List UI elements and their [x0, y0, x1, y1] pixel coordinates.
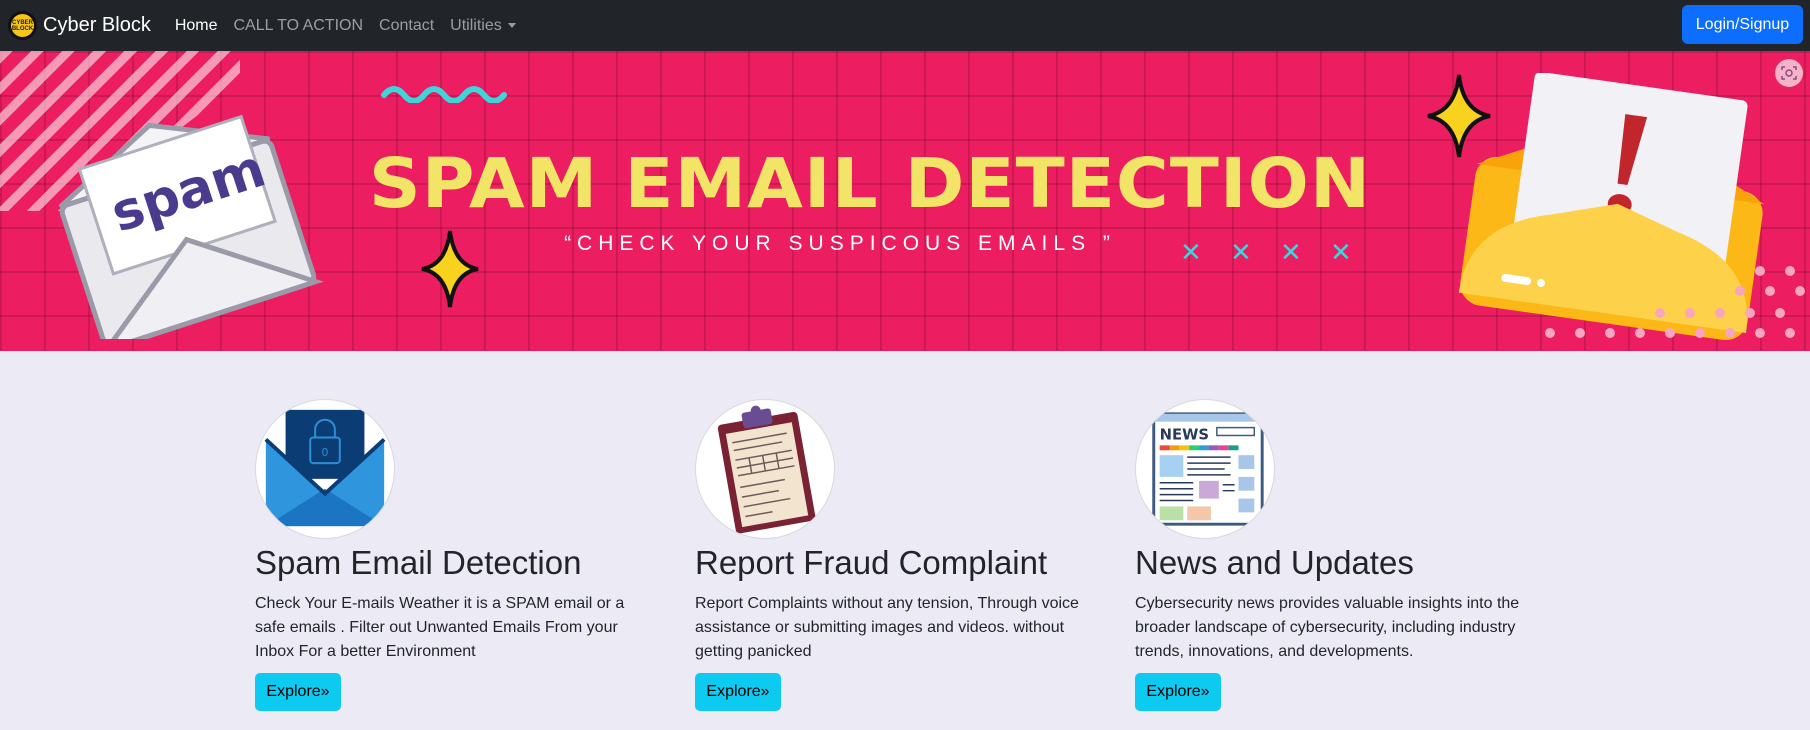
svg-text:0: 0 — [322, 446, 329, 459]
feature-description: Check Your E-mails Weather it is a SPAM … — [255, 595, 625, 660]
clipboard-icon — [717, 405, 816, 534]
feature-title: News and Updates — [1135, 544, 1414, 581]
feature-image: 0 — [255, 399, 395, 539]
feature-image: NEWS — [1135, 399, 1275, 539]
brand-name: Cyber Block — [43, 14, 151, 36]
email-lock-icon: 0 — [264, 409, 386, 527]
x-mark: ✕ — [1230, 237, 1252, 267]
x-mark: ✕ — [1280, 237, 1302, 267]
banner-subtitle: “CHECK YOUR SUSPICOUS EMAILS ” — [564, 232, 1116, 255]
x-mark: ✕ — [1180, 237, 1202, 267]
login-signup-button[interactable]: Login/Signup — [1682, 5, 1803, 44]
spam-envelope-icon: spam — [58, 114, 324, 339]
brand-logo-icon: CYBER BLOCK — [8, 11, 37, 40]
feature-title: Spam Email Detection — [255, 544, 582, 581]
dots-decoration — [1545, 266, 1805, 338]
explore-button[interactable]: Explore» — [695, 673, 781, 711]
nav-contact[interactable]: Contact — [379, 17, 434, 35]
nav-utilities-label: Utilities — [450, 16, 502, 34]
feature-description: Cybersecurity news provides valuable ins… — [1135, 595, 1520, 660]
feature-title: Report Fraud Complaint — [695, 544, 1048, 581]
x-mark: ✕ — [1330, 237, 1352, 267]
explore-button[interactable]: Explore» — [1135, 673, 1221, 711]
brand[interactable]: CYBER BLOCK Cyber Block — [8, 11, 151, 40]
banner-title: SPAM EMAIL DETECTION — [368, 143, 1372, 223]
feature-fraud-complaint: Report Fraud Complaint Report Complaints… — [695, 399, 1095, 711]
hero-banner: spam SPAM EMAIL DETECTION “CHECK YOUR SU… — [0, 51, 1810, 351]
sparkle-left-icon — [421, 230, 479, 308]
caret-down-icon — [507, 22, 516, 28]
nav-links: Home CALL TO ACTION Contact Utilities — [175, 17, 532, 35]
feature-description: Report Complaints without any tension, T… — [695, 595, 1079, 660]
nav-utilities-dropdown[interactable]: Utilities — [450, 17, 516, 35]
navbar: CYBER BLOCK Cyber Block Home CALL TO ACT… — [0, 0, 1810, 51]
feature-image — [695, 399, 835, 539]
newspaper-icon: NEWS — [1152, 412, 1264, 526]
feature-news-updates: NEWS News and Updates Cybersecurity news… — [1135, 399, 1535, 711]
feature-spam-detection: 0 Spam Email Detection Check Your E-mail… — [255, 399, 655, 711]
screenshot-button[interactable] — [1775, 59, 1803, 87]
camera-icon — [1781, 66, 1797, 80]
nav-home[interactable]: Home — [175, 17, 218, 35]
explore-button[interactable]: Explore» — [255, 673, 341, 711]
wave-decoration — [381, 86, 507, 103]
nav-call-to-action[interactable]: CALL TO ACTION — [234, 17, 364, 35]
news-heading: NEWS — [1160, 426, 1209, 443]
